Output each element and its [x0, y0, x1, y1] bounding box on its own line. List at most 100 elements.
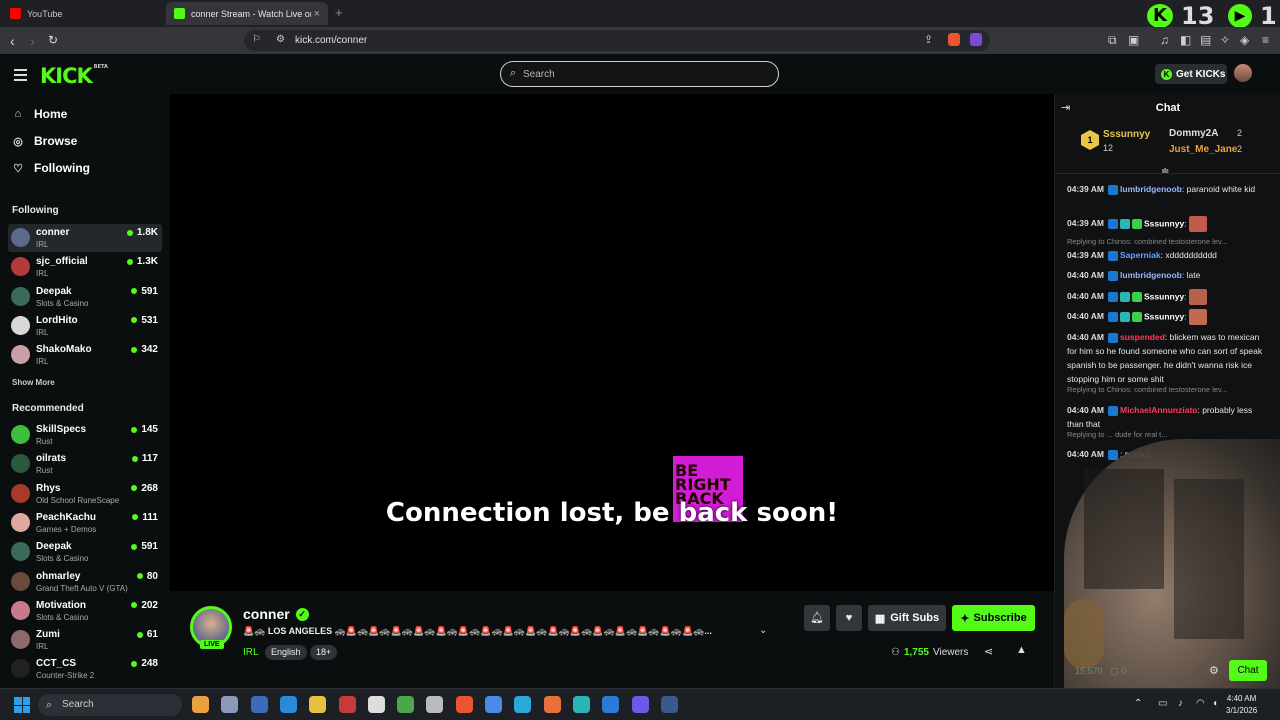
app-icon[interactable] — [367, 696, 385, 713]
tray-chevron-icon[interactable]: ⌃ — [1134, 698, 1142, 709]
chat-settings-icon[interactable]: ⚙ — [1209, 664, 1219, 677]
wallet-icon[interactable]: ▤ — [1200, 33, 1211, 47]
channel-item[interactable]: oilrats Rust 117 — [8, 450, 162, 478]
microphone-icon[interactable]: ♪ — [1178, 698, 1183, 709]
leaderboard-second-name[interactable]: Dommy2A — [1169, 128, 1218, 139]
sidebar-toggle-icon[interactable]: ◧ — [1180, 33, 1191, 47]
address-bar[interactable]: ⚐ ⚙ kick.com/conner ⇪ — [244, 30, 990, 51]
tray-app-icon[interactable]: ▭ — [1158, 698, 1167, 709]
share-icon[interactable]: ⋖ — [984, 645, 993, 658]
chevron-down-icon[interactable]: ⌄ — [759, 625, 767, 636]
channel-item[interactable]: LordHito IRL 531 — [8, 312, 162, 340]
vscode-icon[interactable] — [602, 696, 620, 713]
chrome-icon[interactable] — [485, 696, 502, 713]
channel-item[interactable]: conner IRL 1.8K — [8, 224, 162, 252]
edge-icon[interactable] — [514, 696, 532, 713]
wifi-icon[interactable]: ◠ — [1196, 698, 1205, 709]
channel-item[interactable]: ShakoMako IRL 342 — [8, 341, 162, 369]
channel-item[interactable]: ohmarley Grand Theft Auto V (GTA) 80 — [8, 568, 162, 596]
taskbar-search[interactable]: ⌕ Search — [38, 694, 182, 716]
taskbar-clock[interactable]: 4:40 AM 3/1/2026 — [1226, 693, 1257, 717]
sidebar-item-following[interactable]: ♡ Following — [12, 161, 90, 175]
volume-icon[interactable]: ◖ — [1212, 698, 1218, 709]
play-extension-counter[interactable]: ▶ 1 — [1228, 2, 1277, 30]
new-tab-button[interactable]: + — [335, 5, 343, 20]
subscribe-button[interactable]: ✦ Subscribe — [952, 605, 1035, 631]
message-username[interactable]: lumbridgenoob — [1120, 184, 1182, 194]
app-icon[interactable] — [426, 696, 444, 713]
channel-item[interactable]: CCT_CS Counter-Strike 2 248 — [8, 655, 162, 683]
firefox-icon[interactable] — [543, 696, 561, 713]
app-icon[interactable] — [338, 696, 356, 713]
steam-icon[interactable] — [660, 696, 678, 713]
channel-item[interactable]: sjc_official IRL 1.3K — [8, 253, 162, 281]
folder-icon[interactable] — [309, 696, 327, 713]
windows-start-icon[interactable] — [14, 697, 30, 713]
message-username[interactable]: lumbridgenoob — [1120, 270, 1182, 280]
leaderboard-third-name[interactable]: Just_Me_Jane — [1169, 144, 1237, 155]
channel-item[interactable]: Deepak Slots & Casino 591 — [8, 283, 162, 311]
menu-icon[interactable]: ≡ — [1262, 33, 1269, 47]
reply-preview[interactable]: Replying to ... dude for real t... — [1067, 430, 1271, 439]
media-icon[interactable]: ♫ — [1160, 33, 1169, 47]
widgets-icon[interactable] — [192, 696, 209, 713]
reply-preview[interactable]: Replying to Chinos: combined testosteron… — [1067, 385, 1271, 394]
channel-item[interactable]: Rhys Old School RuneScape 268 — [8, 480, 162, 508]
kick-logo[interactable]: KICK BETA — [40, 64, 108, 88]
leo-ai-icon[interactable]: ✧ — [1220, 33, 1230, 47]
sidebar-item-home[interactable]: ⌂ Home — [12, 107, 68, 121]
video-player[interactable]: BE RIGHT BACK Connection lost, be back s… — [170, 94, 1054, 591]
stream-category[interactable]: IRL — [243, 647, 259, 658]
site-info-icon[interactable]: ⚙ — [276, 34, 285, 45]
back-icon[interactable]: ‹ — [10, 33, 15, 49]
brave-icon[interactable] — [455, 696, 473, 713]
channel-name[interactable]: conner — [243, 606, 290, 622]
leaderboard-first-name[interactable]: Sssunnyy — [1103, 129, 1150, 140]
report-icon[interactable]: ▲ — [1016, 644, 1027, 656]
tab-kick[interactable]: conner Stream - Watch Live on K × — [166, 2, 328, 25]
channel-item[interactable]: Zumi IRL 61 — [8, 626, 162, 654]
channel-item[interactable]: SkillSpecs Rust 145 — [8, 421, 162, 449]
app-icon[interactable] — [279, 696, 297, 713]
filter-icon[interactable]: ≑ — [1161, 166, 1169, 177]
chat-send-button[interactable]: Chat — [1229, 660, 1267, 681]
app-icon[interactable] — [572, 696, 590, 713]
notification-bell-button[interactable]: 🔔︎ — [804, 605, 830, 631]
tag-age[interactable]: 18+ — [310, 645, 338, 660]
search-input[interactable]: ⌕ Search — [500, 61, 779, 87]
kick-extension-counter[interactable]: K 13 — [1147, 2, 1214, 30]
follow-button[interactable]: ♥ — [836, 605, 862, 631]
forward-icon[interactable]: › — [30, 33, 35, 49]
app-icon[interactable] — [397, 696, 415, 713]
user-avatar[interactable] — [1234, 64, 1252, 82]
get-kicks-button[interactable]: K Get KICKs — [1155, 64, 1227, 84]
brave-shields-icon[interactable] — [948, 33, 960, 46]
settings-icon[interactable] — [221, 696, 239, 713]
bookmark-icon[interactable]: ⚐ — [252, 34, 261, 45]
reload-icon[interactable]: ↻ — [48, 33, 58, 47]
screenshot-icon[interactable]: ▣ — [1128, 33, 1139, 47]
message-username[interactable]: Saperniak — [1120, 250, 1161, 260]
brave-rewards-icon[interactable] — [970, 33, 982, 46]
reply-preview[interactable]: Replying to Chinos: combined testosteron… — [1067, 237, 1271, 246]
sidebar-item-browse[interactable]: ◎ Browse — [12, 134, 77, 148]
gift-subs-button[interactable]: ▦ Gift Subs — [868, 605, 946, 631]
message-username[interactable]: Sssunnyy — [1144, 291, 1184, 301]
tab-youtube[interactable]: YouTube — [2, 2, 166, 25]
show-more-button[interactable]: Show More — [12, 378, 55, 387]
channel-item[interactable]: PeachKachu Games + Demos 111 — [8, 509, 162, 537]
vpn-icon[interactable]: ◈ — [1240, 33, 1249, 47]
close-tab-icon[interactable]: × — [314, 8, 320, 20]
tag-language[interactable]: English — [265, 645, 307, 660]
message-username[interactable]: Sssunnyy — [1144, 218, 1184, 228]
menu-toggle-icon[interactable] — [14, 69, 27, 84]
message-username[interactable]: suspended — [1120, 332, 1165, 342]
discord-icon[interactable] — [631, 696, 649, 713]
message-username[interactable]: MichaelAnnunziato — [1120, 405, 1197, 415]
share-page-icon[interactable]: ⇪ — [924, 33, 933, 46]
message-username[interactable]: Sssunnyy — [1144, 311, 1184, 321]
channel-item[interactable]: Motivation Slots & Casino 202 — [8, 597, 162, 625]
app-icon[interactable] — [250, 696, 268, 713]
channel-item[interactable]: Deepak Slots & Casino 591 — [8, 538, 162, 566]
extensions-icon[interactable]: ⧉ — [1108, 33, 1117, 48]
